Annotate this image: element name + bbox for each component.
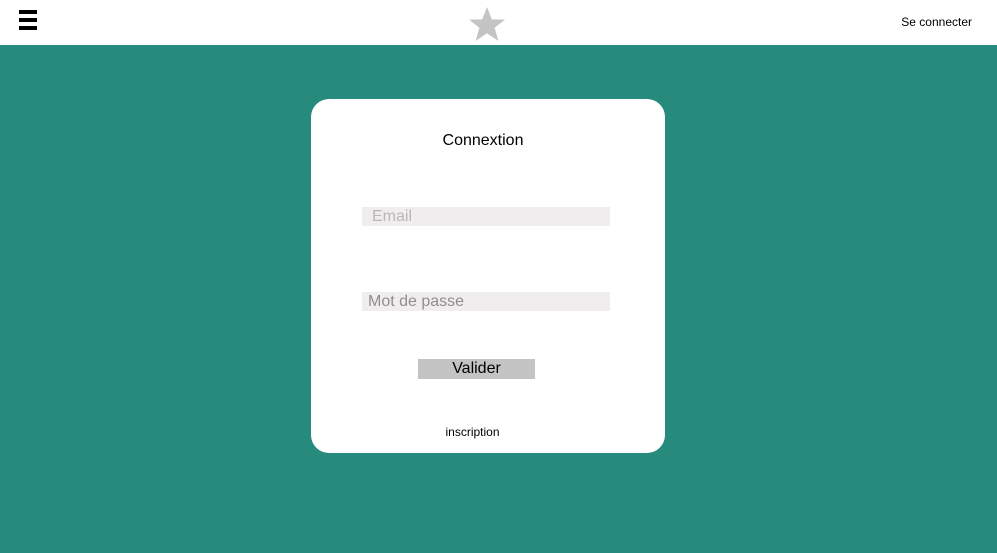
password-field[interactable] [362, 292, 610, 311]
submit-button[interactable]: Valider [418, 359, 535, 379]
signin-link[interactable]: Se connecter [901, 15, 972, 29]
login-card: Connextion Valider inscription [311, 99, 665, 453]
login-title: Connextion [442, 132, 524, 149]
email-field[interactable] [362, 207, 610, 226]
hamburger-menu-icon[interactable] [19, 10, 37, 31]
register-link[interactable]: inscription [311, 425, 634, 439]
star-icon[interactable] [467, 6, 507, 42]
top-navbar: Se connecter [0, 0, 997, 45]
